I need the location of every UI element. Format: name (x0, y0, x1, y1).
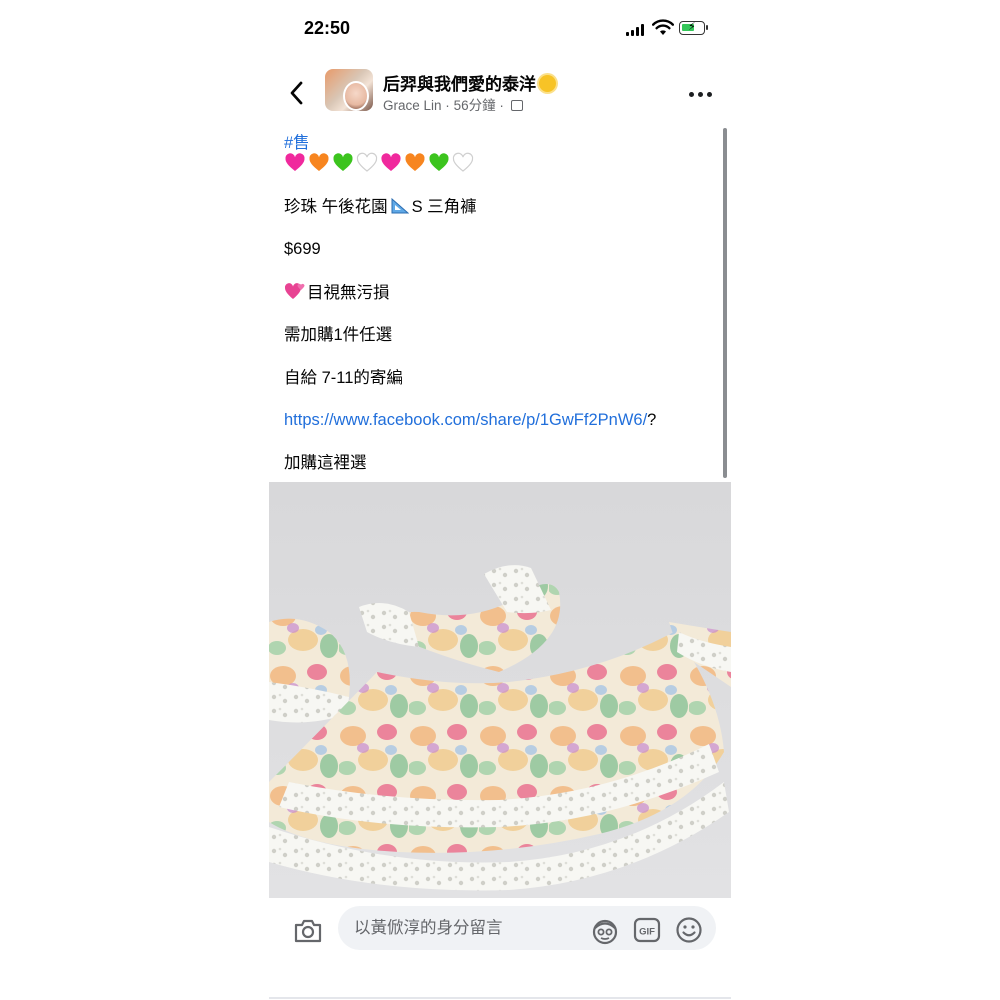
pink-heart-icon (381, 153, 401, 171)
green-heart-icon (333, 153, 353, 171)
camera-icon[interactable] (293, 918, 323, 944)
green-heart-icon (429, 153, 449, 171)
post-title-after: S 三角褲 (411, 198, 477, 216)
gif-label: GIF (639, 927, 655, 938)
phone-screen: 22:50 ⚡ 后羿與我們愛的泰洋 Grace Lin · 56分鐘 · #售 … (269, 0, 731, 1000)
post-condition: 目視無污損 (307, 284, 390, 302)
battery-charging-icon: ⚡ (679, 21, 708, 35)
post-price: $699 (284, 240, 321, 258)
dress-illustration (269, 482, 731, 898)
white-heart-icon (452, 152, 474, 172)
group-avatar[interactable] (325, 69, 373, 111)
bottom-divider (269, 997, 731, 999)
orange-heart-icon (405, 153, 425, 171)
comment-bar: GIF (269, 898, 731, 968)
triangular-ruler-icon (391, 198, 409, 214)
share-link[interactable]: https://www.facebook.com/share/p/1GwFf2P… (284, 411, 647, 429)
pink-heart-icon (285, 153, 305, 171)
post-time[interactable]: 56分鐘 (454, 98, 496, 113)
meta-separator: · (445, 98, 450, 113)
floral-dress-photo[interactable] (269, 482, 731, 898)
smiley-icon[interactable] (675, 916, 703, 944)
orange-heart-icon (309, 153, 329, 171)
scrollbar[interactable] (723, 128, 727, 478)
group-name[interactable]: 后羿與我們愛的泰洋 (383, 70, 556, 95)
post-link-line: https://www.facebook.com/share/p/1GwFf2P… (284, 409, 656, 431)
wifi-icon (652, 19, 674, 35)
post-title-before: 珍珠 午後花園 (284, 198, 388, 216)
avatar-sticker-icon[interactable] (591, 917, 619, 945)
group-name-label: 后羿與我們愛的泰洋 (383, 75, 536, 94)
more-options-button[interactable] (689, 92, 715, 100)
author-name[interactable]: Grace Lin (383, 98, 442, 113)
hashtag-link[interactable]: #售 (284, 132, 310, 154)
group-privacy-icon (510, 100, 523, 111)
gif-icon-frame: GIF (633, 917, 661, 943)
meta-separator-2: · (499, 98, 504, 113)
link-suffix: ? (647, 411, 657, 429)
post-shipping: 自給 7-11的寄編 (284, 369, 403, 387)
post-requirement: 需加購1件任選 (284, 326, 393, 344)
gif-button[interactable]: GIF (633, 917, 661, 943)
white-heart-icon (356, 152, 378, 172)
back-button[interactable] (285, 78, 309, 108)
post-addon: 加購這裡選 (284, 454, 367, 472)
heart-emoji-row (284, 152, 474, 174)
status-time: 22:50 (304, 18, 351, 38)
two-hearts-icon (284, 283, 305, 299)
post-meta: Grace Lin · 56分鐘 · (383, 94, 523, 114)
post-condition-line: 目視無污損 (284, 281, 390, 304)
cellular-signal-icon (626, 24, 646, 36)
post-title-line: 珍珠 午後花園 S 三角褲 (284, 196, 477, 218)
sun-face-emoji-icon (539, 75, 556, 92)
